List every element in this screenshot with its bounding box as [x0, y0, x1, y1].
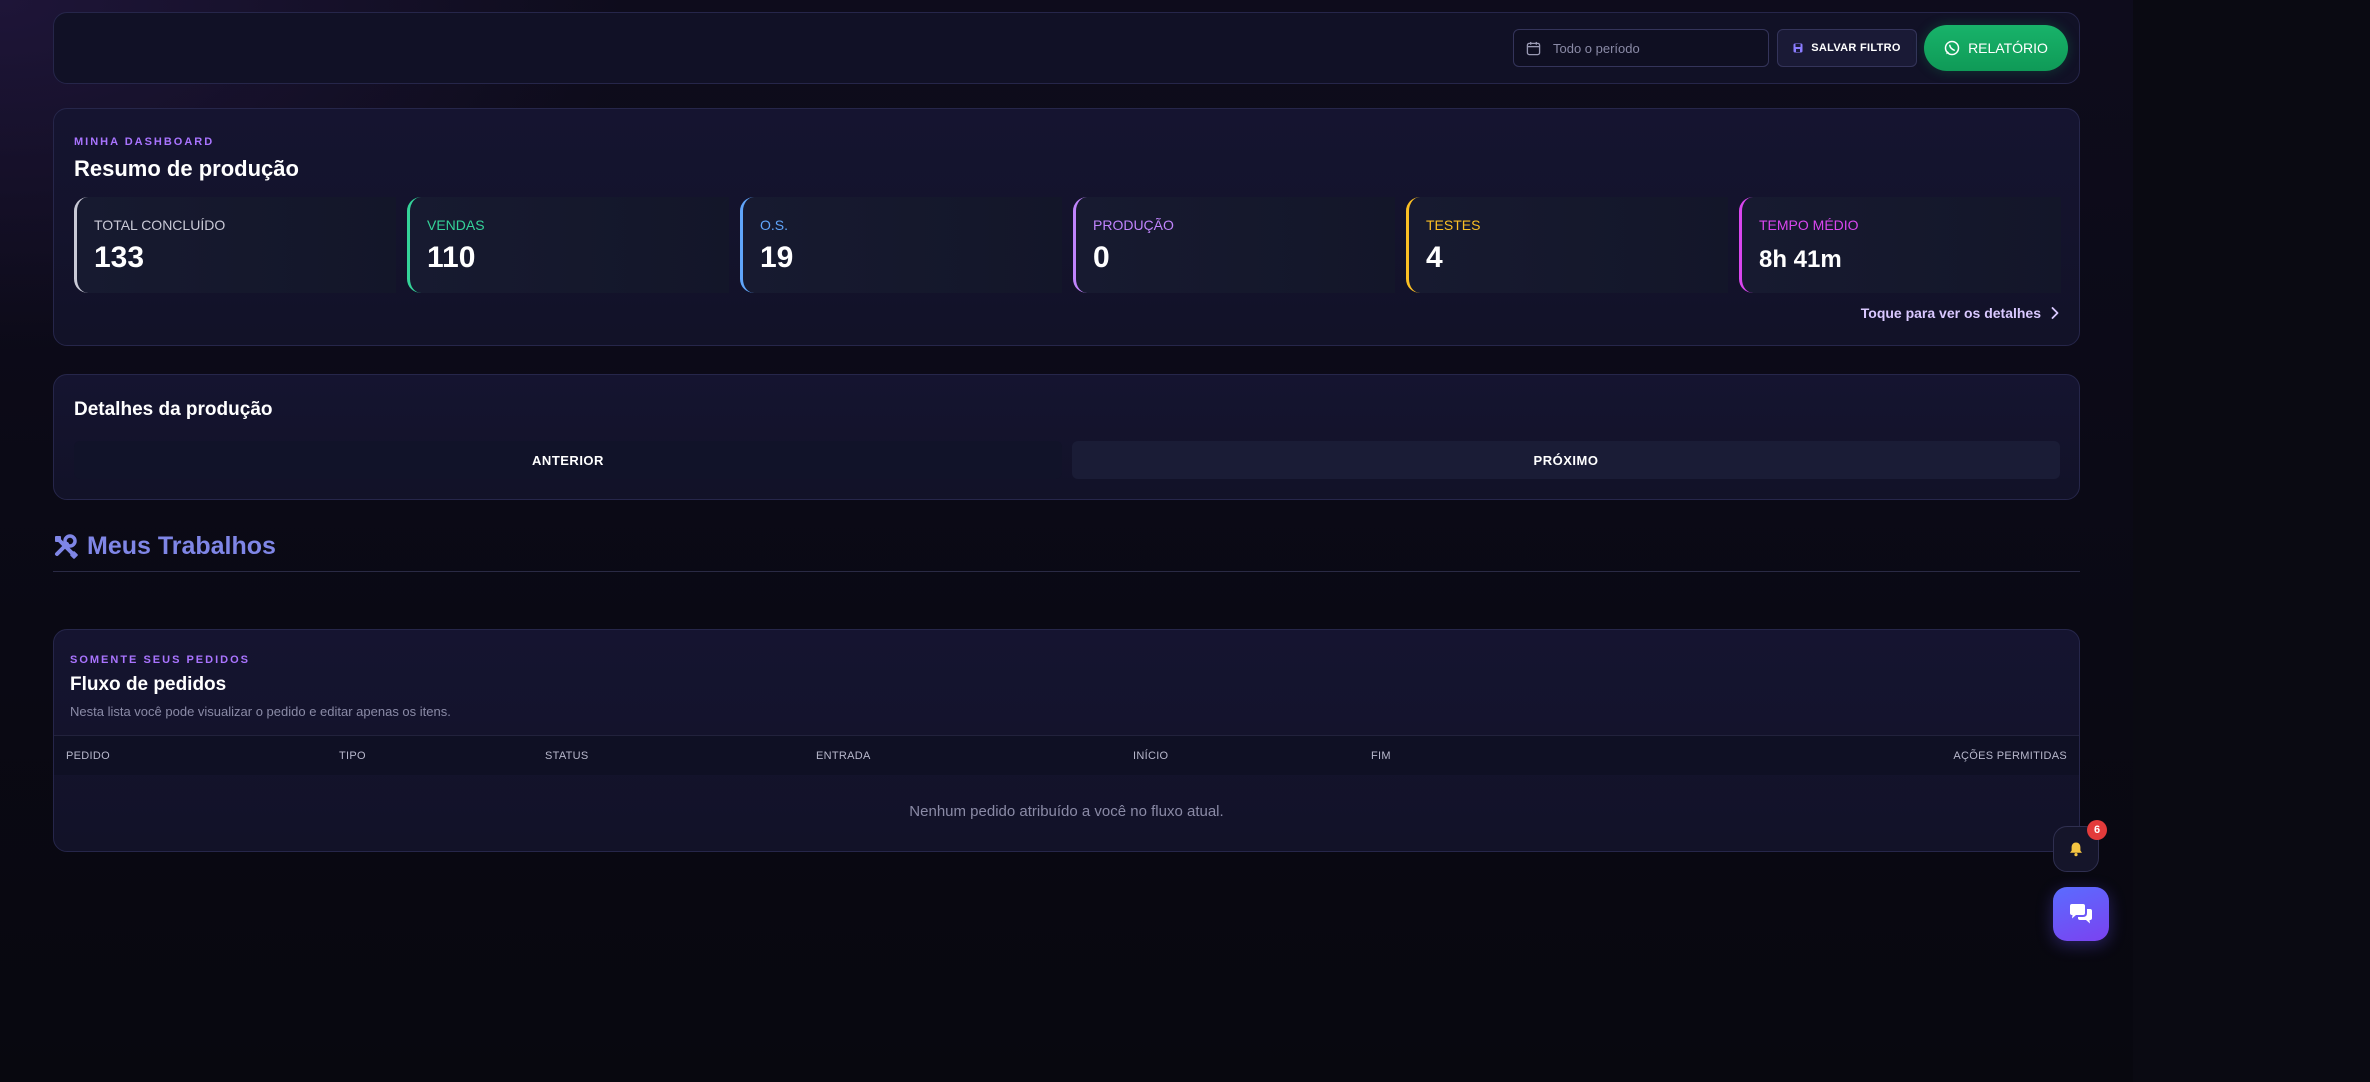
summary-title: Resumo de produção: [74, 156, 299, 181]
stat-label: VENDAS: [427, 217, 485, 233]
stat-vendas[interactable]: VENDAS 110: [407, 197, 729, 293]
floppy-disk-icon: [1793, 43, 1803, 53]
section-divider: [53, 571, 2080, 572]
my-jobs-heading: Meus Trabalhos: [53, 532, 276, 561]
period-filter-input[interactable]: Todo o período: [1513, 29, 1769, 67]
calendar-icon: [1526, 41, 1541, 55]
column-header-inicio[interactable]: INÍCIO: [1133, 750, 1168, 762]
stat-value: 110: [427, 241, 476, 274]
save-filter-label: SALVAR FILTRO: [1811, 42, 1901, 54]
report-button[interactable]: RELATÓRIO: [1924, 25, 2068, 71]
column-header-status[interactable]: STATUS: [545, 750, 589, 762]
orders-eyebrow: SOMENTE SEUS PEDIDOS: [70, 654, 250, 666]
tools-icon: [55, 533, 78, 559]
stat-value: 8h 41m: [1759, 246, 1842, 273]
chevron-right-icon: [2051, 307, 2059, 319]
stat-label: O.S.: [760, 217, 789, 233]
my-jobs-heading-label: Meus Trabalhos: [87, 532, 276, 560]
stat-value: 133: [94, 241, 145, 274]
orders-table-header: PEDIDO TIPO STATUS ENTRADA INÍCIO FIM AÇ…: [54, 735, 2079, 775]
stat-tempo-medio[interactable]: TEMPO MÉDIO 8h 41m: [1739, 197, 2061, 293]
orders-empty-message: Nenhum pedido atribuído a você no fluxo …: [909, 803, 1224, 820]
stat-total-concluido[interactable]: TOTAL CONCLUÍDO 133: [74, 197, 396, 293]
stat-value: 0: [1093, 241, 1110, 274]
stat-os[interactable]: O.S. 19: [740, 197, 1062, 293]
report-button-label: RELATÓRIO: [1968, 40, 2048, 56]
stat-label: TESTES: [1426, 217, 1481, 233]
stat-testes[interactable]: TESTES 4: [1406, 197, 1728, 293]
whatsapp-icon: [1944, 40, 1960, 56]
chat-bubbles-icon: [2070, 904, 2092, 924]
column-header-acoes[interactable]: AÇÕES PERMITIDAS: [1953, 750, 2067, 762]
stat-label: TEMPO MÉDIO: [1759, 217, 1859, 233]
production-summary-card: MINHA DASHBOARD Resumo de produção TOTAL…: [53, 108, 2080, 346]
stat-value: 4: [1426, 241, 1443, 274]
save-filter-button[interactable]: SALVAR FILTRO: [1777, 29, 1917, 67]
notifications-count-badge: 6: [2087, 820, 2107, 840]
see-details-link[interactable]: Toque para ver os detalhes: [1861, 305, 2059, 321]
stat-label: PRODUÇÃO: [1093, 217, 1174, 233]
stat-value: 19: [760, 241, 794, 274]
column-header-fim[interactable]: FIM: [1371, 750, 1391, 762]
see-details-label: Toque para ver os detalhes: [1860, 305, 2041, 321]
orders-flow-card: SOMENTE SEUS PEDIDOS Fluxo de pedidos Ne…: [53, 629, 2080, 852]
orders-title: Fluxo de pedidos: [70, 674, 227, 695]
filter-bar: Todo o período SALVAR FILTRO RELATÓRIO: [53, 12, 2080, 84]
period-filter-placeholder: Todo o período: [1553, 40, 1640, 56]
bell-icon: [2070, 842, 2082, 857]
column-header-pedido[interactable]: PEDIDO: [66, 750, 110, 762]
details-title: Detalhes da produção: [74, 399, 273, 420]
stat-label: TOTAL CONCLUÍDO: [94, 217, 226, 233]
column-header-tipo[interactable]: TIPO: [339, 750, 366, 762]
previous-button[interactable]: ANTERIOR: [74, 441, 1062, 479]
orders-subtitle: Nesta lista você pode visualizar o pedid…: [70, 704, 451, 719]
right-background-strip: [2133, 0, 2370, 1082]
stats-row: TOTAL CONCLUÍDO 133 VENDAS 110 O.S. 19 P…: [74, 197, 2061, 293]
production-details-card: Detalhes da produção ANTERIOR PRÓXIMO: [53, 374, 2080, 500]
chat-button[interactable]: [2053, 887, 2109, 941]
column-header-entrada[interactable]: ENTRADA: [816, 750, 871, 762]
summary-eyebrow: MINHA DASHBOARD: [74, 136, 215, 148]
next-button[interactable]: PRÓXIMO: [1072, 441, 2060, 479]
stat-producao[interactable]: PRODUÇÃO 0: [1073, 197, 1395, 293]
